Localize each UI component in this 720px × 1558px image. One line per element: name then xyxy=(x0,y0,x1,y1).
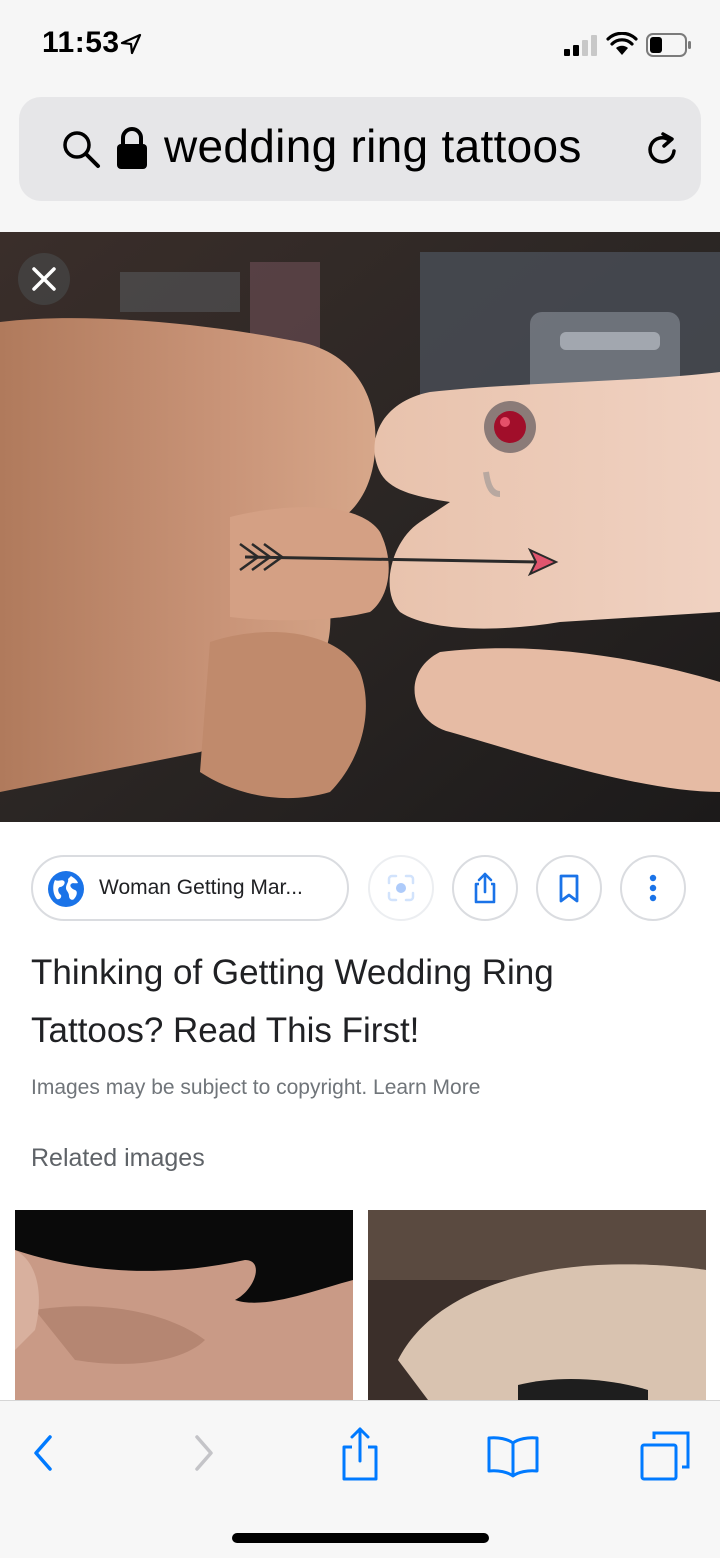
share-icon xyxy=(474,872,496,904)
signal-icon xyxy=(564,35,597,56)
copyright-notice: Images may be subject to copyright. Lear… xyxy=(31,1076,480,1100)
source-label: Woman Getting Mar... xyxy=(99,876,303,899)
result-title[interactable]: Thinking of Getting Wedding Ring Tattoos… xyxy=(31,944,681,1060)
status-bar: 11:53 xyxy=(0,0,720,90)
related-photo xyxy=(15,1210,353,1400)
related-photo xyxy=(368,1210,706,1400)
address-bar-area: wedding ring tattoos xyxy=(0,90,720,232)
lens-icon xyxy=(387,874,415,902)
share-button[interactable] xyxy=(452,855,518,921)
result-image[interactable] xyxy=(0,232,720,822)
search-icon xyxy=(63,131,100,168)
bookmarks-icon[interactable] xyxy=(484,1423,542,1483)
home-indicator xyxy=(232,1533,489,1543)
browser-toolbar xyxy=(0,1400,720,1558)
more-icon xyxy=(649,874,657,902)
back-icon[interactable] xyxy=(16,1423,72,1483)
address-query[interactable]: wedding ring tattoos xyxy=(164,119,582,173)
tabs-icon[interactable] xyxy=(638,1423,694,1483)
forward-icon[interactable] xyxy=(175,1423,231,1483)
status-time: 11:53 xyxy=(42,26,120,59)
more-button[interactable] xyxy=(620,855,686,921)
location-arrow-icon xyxy=(120,33,142,55)
copyright-text: Images may be subject to copyright. xyxy=(31,1076,368,1099)
related-images-heading: Related images xyxy=(31,1144,205,1172)
close-icon xyxy=(32,267,56,291)
wifi-icon xyxy=(606,32,638,55)
page: 11:53 wedding ring tattoos Woman Getting… xyxy=(0,0,720,1558)
reload-icon[interactable] xyxy=(643,129,681,169)
battery-icon xyxy=(646,33,691,57)
address-bar[interactable]: wedding ring tattoos xyxy=(19,97,701,201)
source-chip[interactable]: Woman Getting Mar... xyxy=(31,855,349,921)
bookmark-icon xyxy=(559,874,579,903)
lens-button[interactable] xyxy=(368,855,434,921)
globe-icon xyxy=(48,871,84,907)
related-image[interactable] xyxy=(368,1210,706,1400)
share-icon[interactable] xyxy=(332,1423,388,1483)
result-photo xyxy=(0,232,720,822)
lock-icon xyxy=(117,127,147,169)
close-button[interactable] xyxy=(18,253,70,305)
related-image[interactable] xyxy=(15,1210,353,1400)
learn-more-link[interactable]: Learn More xyxy=(373,1076,480,1099)
bookmark-button[interactable] xyxy=(536,855,602,921)
